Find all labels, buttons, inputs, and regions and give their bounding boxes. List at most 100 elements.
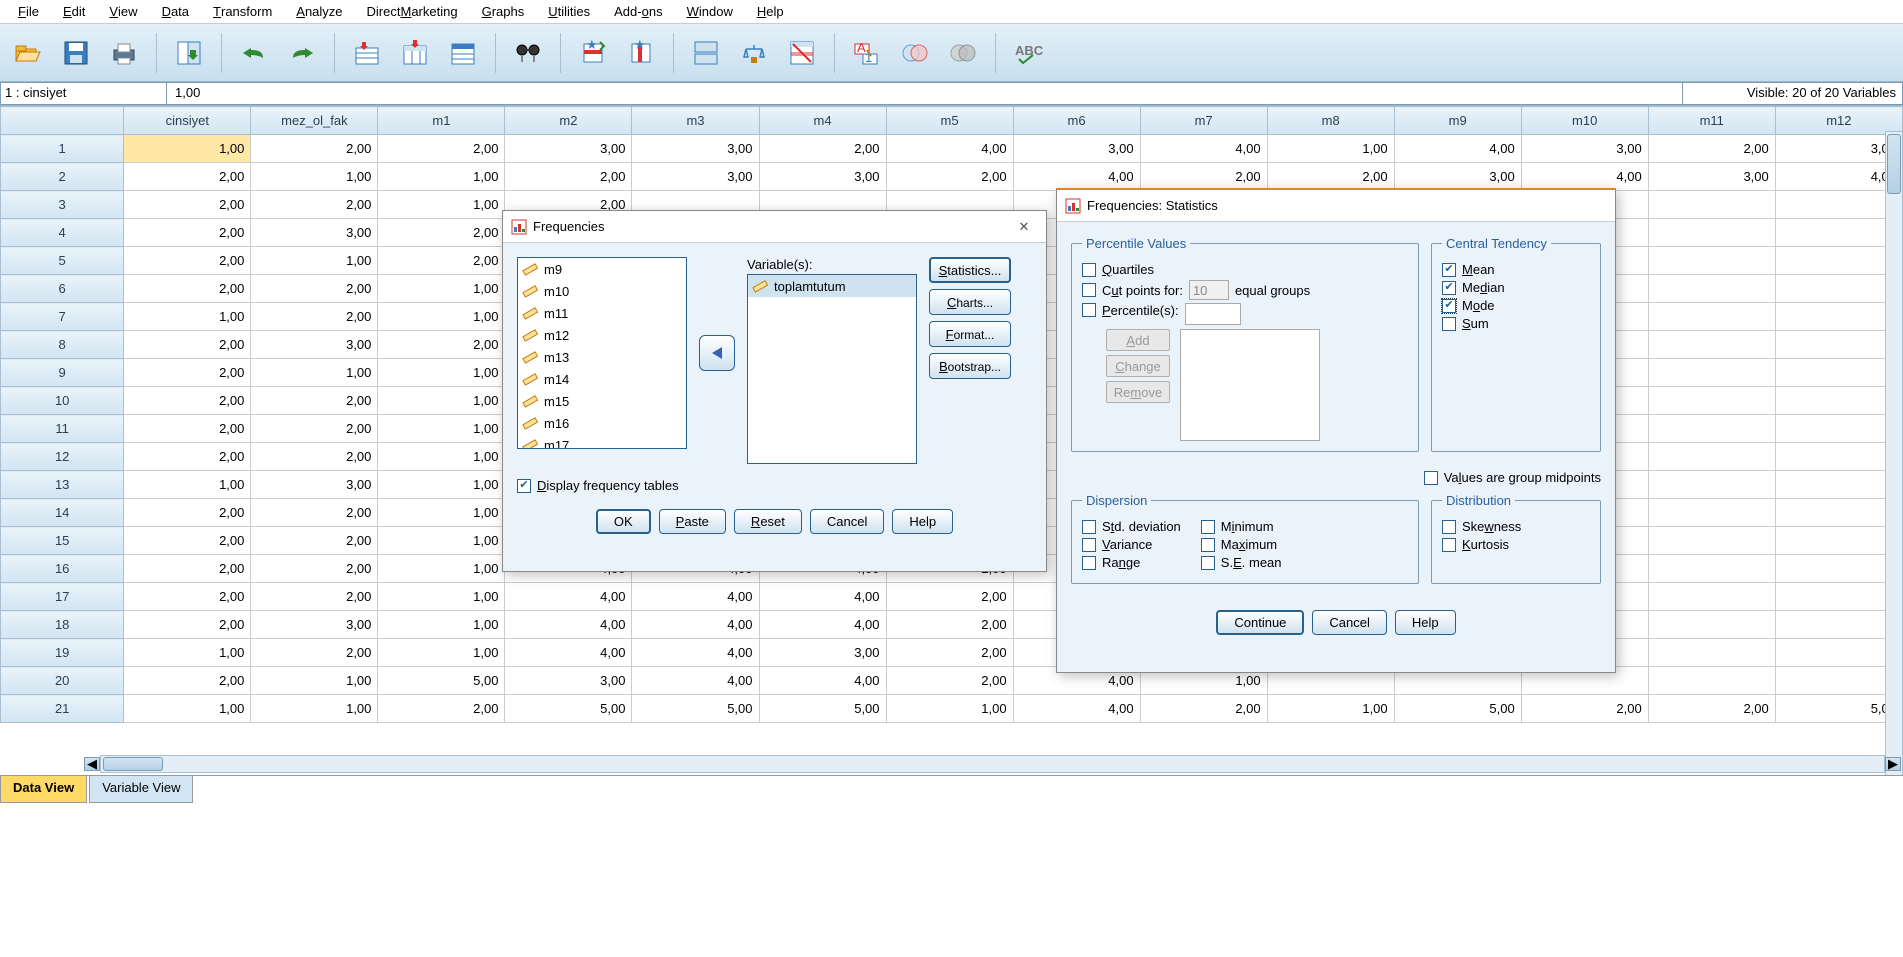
- data-cell[interactable]: 4,00: [759, 583, 886, 611]
- display-freq-checkbox[interactable]: [517, 479, 531, 493]
- continue-button[interactable]: Continue: [1216, 610, 1304, 635]
- data-cell[interactable]: [1775, 611, 1902, 639]
- data-cell[interactable]: [1648, 387, 1775, 415]
- print-icon[interactable]: [104, 33, 144, 73]
- statistics-button[interactable]: Statistics...: [929, 257, 1011, 283]
- row-header[interactable]: 8: [1, 331, 124, 359]
- data-cell[interactable]: [1775, 387, 1902, 415]
- data-cell[interactable]: [1648, 247, 1775, 275]
- data-cell[interactable]: 3,00: [251, 219, 378, 247]
- data-cell[interactable]: 1,00: [251, 163, 378, 191]
- se-checkbox[interactable]: [1201, 556, 1215, 570]
- data-cell[interactable]: [1775, 191, 1902, 219]
- data-cell[interactable]: 1,00: [124, 135, 251, 163]
- data-cell[interactable]: [1648, 443, 1775, 471]
- data-cell[interactable]: 2,00: [124, 555, 251, 583]
- data-cell[interactable]: 1,00: [124, 695, 251, 723]
- row-header[interactable]: 3: [1, 191, 124, 219]
- data-cell[interactable]: 2,00: [886, 583, 1013, 611]
- menu-add-ons[interactable]: Add-ons: [602, 0, 674, 24]
- data-cell[interactable]: [1648, 359, 1775, 387]
- skewness-checkbox[interactable]: [1442, 520, 1456, 534]
- column-header[interactable]: m6: [1013, 107, 1140, 135]
- data-cell[interactable]: 1,00: [378, 555, 505, 583]
- tab-variable-view[interactable]: Variable View: [89, 776, 193, 803]
- data-cell[interactable]: 1,00: [251, 247, 378, 275]
- data-cell[interactable]: [1648, 331, 1775, 359]
- data-cell[interactable]: 2,00: [124, 247, 251, 275]
- max-checkbox[interactable]: [1201, 538, 1215, 552]
- list-item[interactable]: m13: [518, 346, 686, 368]
- median-checkbox[interactable]: [1442, 281, 1456, 295]
- data-cell[interactable]: 2,00: [251, 639, 378, 667]
- data-cell[interactable]: 2,00: [124, 443, 251, 471]
- close-icon[interactable]: ✕: [1010, 217, 1038, 237]
- list-item[interactable]: m14: [518, 368, 686, 390]
- insert-cases-icon[interactable]: ★: [573, 33, 613, 73]
- data-cell[interactable]: [1648, 611, 1775, 639]
- recall-dialog-icon[interactable]: [169, 33, 209, 73]
- vertical-scrollbar[interactable]: [1885, 131, 1903, 799]
- data-cell[interactable]: 5,00: [632, 695, 759, 723]
- tab-data-view[interactable]: Data View: [0, 776, 87, 803]
- data-cell[interactable]: 2,00: [124, 667, 251, 695]
- data-cell[interactable]: 2,00: [1521, 695, 1648, 723]
- data-cell[interactable]: 3,00: [759, 639, 886, 667]
- list-item[interactable]: m15: [518, 390, 686, 412]
- data-cell[interactable]: 4,00: [505, 583, 632, 611]
- data-cell[interactable]: 2,00: [759, 135, 886, 163]
- row-header[interactable]: 13: [1, 471, 124, 499]
- data-cell[interactable]: 1,00: [378, 303, 505, 331]
- row-header[interactable]: 18: [1, 611, 124, 639]
- list-item[interactable]: toplamtutum: [748, 275, 916, 297]
- data-cell[interactable]: 2,00: [1140, 695, 1267, 723]
- row-header[interactable]: 12: [1, 443, 124, 471]
- column-header[interactable]: m7: [1140, 107, 1267, 135]
- variables-icon[interactable]: [443, 33, 483, 73]
- data-cell[interactable]: 4,00: [1775, 163, 1902, 191]
- menu-utilities[interactable]: Utilities: [536, 0, 602, 24]
- data-cell[interactable]: 2,00: [251, 527, 378, 555]
- column-header[interactable]: m12: [1775, 107, 1902, 135]
- data-cell[interactable]: 2,00: [886, 163, 1013, 191]
- row-header[interactable]: 20: [1, 667, 124, 695]
- data-cell[interactable]: 4,00: [759, 611, 886, 639]
- data-cell[interactable]: [1775, 527, 1902, 555]
- data-cell[interactable]: 4,00: [1013, 163, 1140, 191]
- data-cell[interactable]: 2,00: [251, 303, 378, 331]
- data-cell[interactable]: 2,00: [886, 667, 1013, 695]
- open-icon[interactable]: [8, 33, 48, 73]
- menu-data[interactable]: Data: [150, 0, 201, 24]
- data-cell[interactable]: 2,00: [886, 639, 1013, 667]
- scroll-right-icon[interactable]: ▶: [1885, 757, 1901, 771]
- data-cell[interactable]: 2,00: [251, 387, 378, 415]
- data-cell[interactable]: 2,00: [124, 163, 251, 191]
- help-button[interactable]: Help: [1395, 610, 1456, 635]
- data-cell[interactable]: [1648, 415, 1775, 443]
- select-cases-icon[interactable]: [782, 33, 822, 73]
- column-header[interactable]: m1: [378, 107, 505, 135]
- data-cell[interactable]: 3,00: [632, 163, 759, 191]
- data-cell[interactable]: 3,00: [1648, 163, 1775, 191]
- sum-checkbox[interactable]: [1442, 317, 1456, 331]
- source-variable-list[interactable]: m9m10m11m12m13m14m15m16m17: [517, 257, 687, 449]
- scroll-left-icon[interactable]: ◀: [84, 757, 100, 771]
- data-cell[interactable]: 1,00: [378, 471, 505, 499]
- data-cell[interactable]: 1,00: [378, 527, 505, 555]
- data-cell[interactable]: 2,00: [251, 555, 378, 583]
- data-cell[interactable]: [1775, 359, 1902, 387]
- data-cell[interactable]: 2,00: [886, 611, 1013, 639]
- kurtosis-checkbox[interactable]: [1442, 538, 1456, 552]
- menu-file[interactable]: File: [6, 0, 51, 24]
- data-cell[interactable]: [1648, 275, 1775, 303]
- row-header[interactable]: 7: [1, 303, 124, 331]
- std-checkbox[interactable]: [1082, 520, 1096, 534]
- range-checkbox[interactable]: [1082, 556, 1096, 570]
- list-item[interactable]: m16: [518, 412, 686, 434]
- data-cell[interactable]: 1,00: [251, 359, 378, 387]
- data-cell[interactable]: 2,00: [124, 415, 251, 443]
- format-button[interactable]: Format...: [929, 321, 1011, 347]
- cancel-button[interactable]: Cancel: [1312, 610, 1386, 635]
- data-cell[interactable]: 4,00: [1013, 695, 1140, 723]
- goto-case-icon[interactable]: [347, 33, 387, 73]
